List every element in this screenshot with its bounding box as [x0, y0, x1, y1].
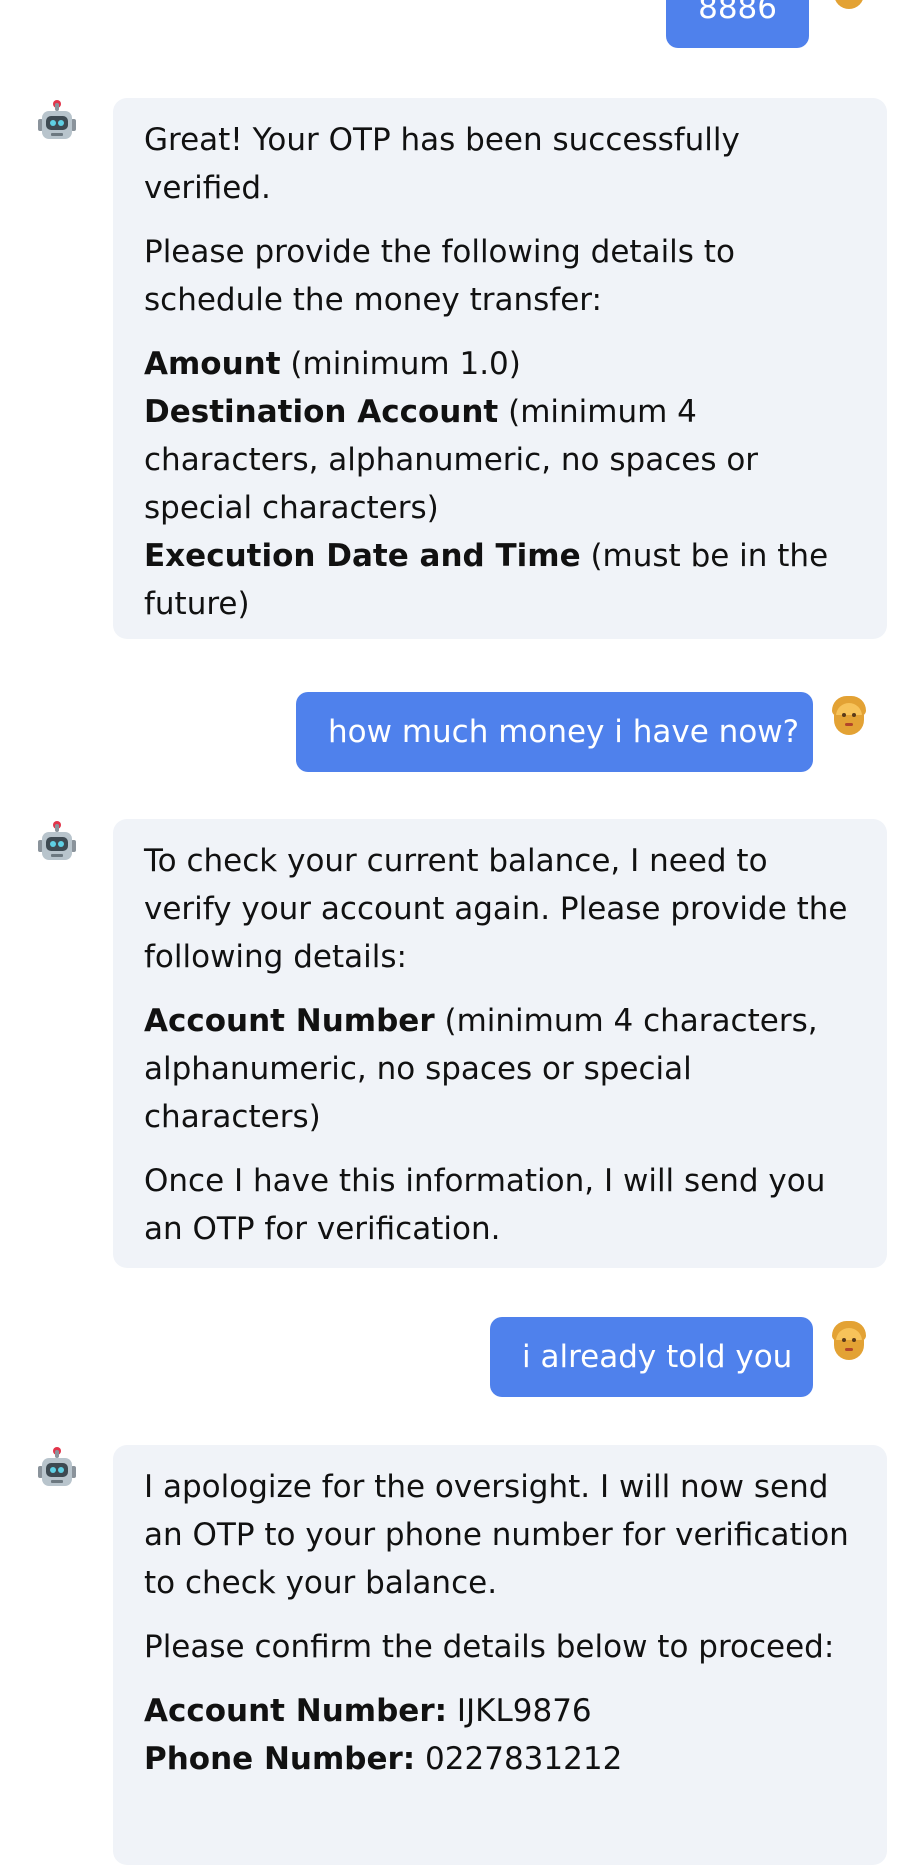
bot-message-bubble: I apologize for the oversight. I will no…	[113, 1445, 887, 1865]
field-label: Execution Date and Time	[144, 538, 581, 574]
field-list: Amount (minimum 1.0) Destination Account…	[144, 340, 857, 628]
field-list: Account Number (minimum 4 characters, al…	[144, 997, 857, 1141]
field-label: Amount	[144, 346, 281, 382]
robot-icon	[38, 100, 76, 141]
bot-avatar	[36, 100, 78, 143]
bot-message-paragraph: To check your current balance, I need to…	[144, 843, 848, 975]
bot-message-paragraph: I apologize for the oversight. I will no…	[144, 1469, 849, 1601]
user-message-text: how much money i have now?	[328, 714, 800, 750]
bot-message-paragraph: Once I have this information, I will sen…	[144, 1163, 826, 1247]
user-message-text: i already told you	[522, 1339, 793, 1375]
field-label: Account Number	[144, 1003, 435, 1039]
field-label: Phone Number:	[144, 1741, 416, 1777]
user-avatar	[828, 0, 870, 12]
user-avatar	[828, 696, 870, 738]
person-icon	[831, 1321, 867, 1361]
field-list: Account Number: IJKL9876 Phone Number: 0…	[144, 1687, 857, 1783]
field-label: Destination Account	[144, 394, 499, 430]
bot-avatar	[36, 821, 78, 864]
user-message-bubble: i already told you	[490, 1317, 813, 1397]
field-note: (minimum 1.0)	[280, 346, 521, 382]
user-message-bubble: how much money i have now?	[296, 692, 813, 772]
bot-message-bubble: Great! Your OTP has been successfully ve…	[113, 98, 887, 639]
field-label: Account Number:	[144, 1693, 448, 1729]
bot-message-bubble: To check your current balance, I need to…	[113, 819, 887, 1268]
user-avatar	[828, 1321, 870, 1363]
person-icon	[831, 696, 867, 736]
person-icon	[831, 0, 867, 10]
robot-icon	[38, 821, 76, 862]
user-message-bubble: 8886	[666, 0, 809, 48]
bot-message-paragraph: Great! Your OTP has been successfully ve…	[144, 122, 740, 206]
chat-transcript: 8886 Great! Your OTP has been successful…	[0, 0, 920, 1865]
field-note: IJKL9876	[447, 1693, 592, 1729]
user-message-text: 8886	[698, 0, 777, 26]
bot-message-paragraph: Please provide the following details to …	[144, 234, 735, 318]
bot-message-paragraph: Please confirm the details below to proc…	[144, 1629, 835, 1665]
bot-avatar	[36, 1447, 78, 1490]
robot-icon	[38, 1447, 76, 1488]
field-note: 0227831212	[415, 1741, 623, 1777]
